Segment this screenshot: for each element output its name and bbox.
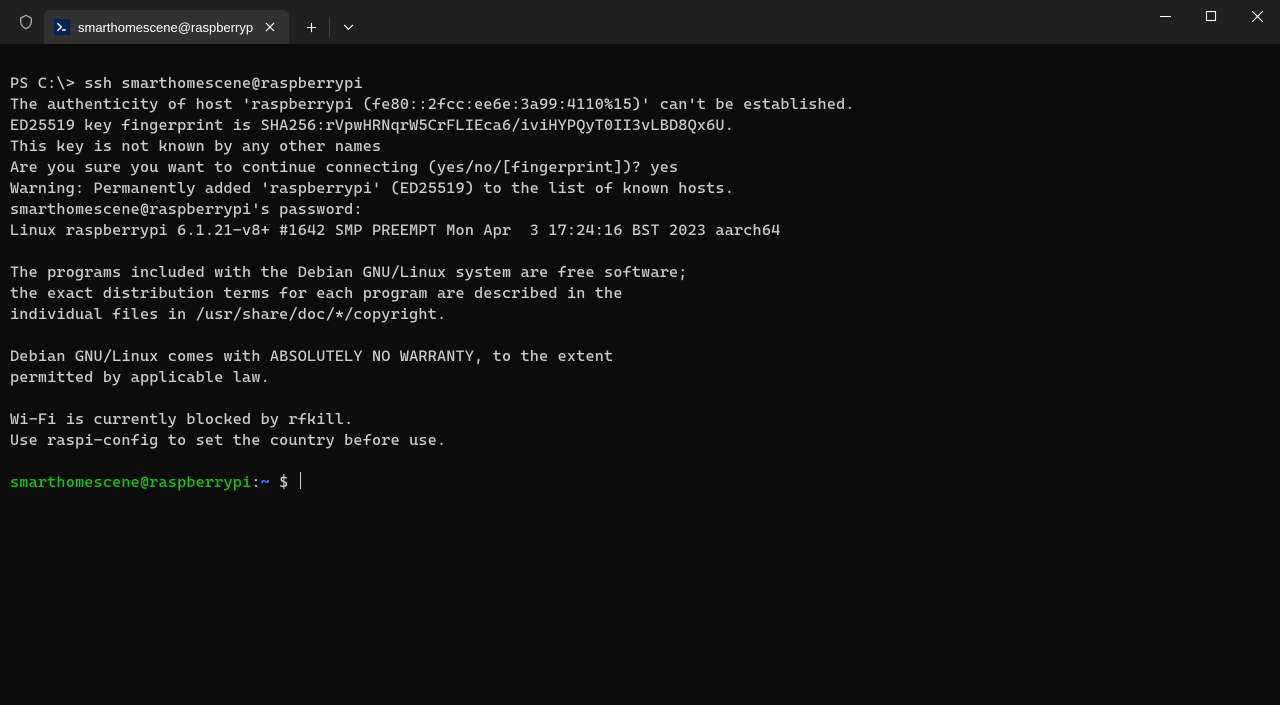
close-window-button[interactable] [1234, 0, 1280, 32]
window-controls [1142, 0, 1280, 44]
terminal-line: PS C:\> ssh smarthomescene@raspberrypi [10, 73, 1270, 94]
terminal-line: smarthomescene@raspberrypi's password: [10, 199, 1270, 220]
terminal-line: The programs included with the Debian GN… [10, 262, 1270, 283]
terminal-line: This key is not known by any other names [10, 136, 1270, 157]
terminal-line [10, 241, 1270, 262]
terminal-line: permitted by applicable law. [10, 367, 1270, 388]
terminal-line: Linux raspberrypi 6.1.21-v8+ #1642 SMP P… [10, 220, 1270, 241]
maximize-icon [1206, 11, 1217, 22]
close-icon [1252, 11, 1263, 22]
minimize-icon [1160, 11, 1171, 22]
tab-actions [293, 0, 366, 44]
maximize-button[interactable] [1188, 0, 1234, 32]
terminal-line: Are you sure you want to continue connec… [10, 157, 1270, 178]
terminal-line: The authenticity of host 'raspberrypi (f… [10, 94, 1270, 115]
terminal-content[interactable]: PS C:\> ssh smarthomescene@raspberrypiTh… [0, 44, 1280, 705]
new-tab-button[interactable] [293, 10, 329, 44]
chevron-down-icon [343, 24, 354, 31]
terminal-line: ED25519 key fingerprint is SHA256:rVpwHR… [10, 115, 1270, 136]
plus-icon [306, 22, 317, 33]
terminal-line [10, 451, 1270, 472]
terminal-line: individual files in /usr/share/doc/*/cop… [10, 304, 1270, 325]
minimize-button[interactable] [1142, 0, 1188, 32]
tab-close-button[interactable] [261, 18, 279, 36]
terminal-line: the exact distribution terms for each pr… [10, 283, 1270, 304]
prompt-user-host: smarthomescene@raspberrypi [10, 473, 251, 491]
title-bar: smarthomescene@raspberryp [0, 0, 1280, 44]
terminal-line [10, 388, 1270, 409]
terminal-line: Wi-Fi is currently blocked by rfkill. [10, 409, 1270, 430]
tab-title: smarthomescene@raspberryp [78, 20, 253, 35]
close-icon [265, 22, 275, 32]
terminal-line: Warning: Permanently added 'raspberrypi'… [10, 178, 1270, 199]
shield-icon-area[interactable] [8, 0, 44, 44]
terminal-line: Use raspi-config to set the country befo… [10, 430, 1270, 451]
powershell-icon [54, 19, 70, 35]
tab-dropdown-button[interactable] [330, 10, 366, 44]
prompt-path: ~ [261, 473, 270, 491]
bash-prompt-line: smarthomescene@raspberrypi:~ $ [10, 472, 1270, 493]
terminal-line [10, 325, 1270, 346]
shield-icon [18, 14, 34, 30]
terminal-line: Debian GNU/Linux comes with ABSOLUTELY N… [10, 346, 1270, 367]
cursor [300, 472, 301, 489]
tab-powershell[interactable]: smarthomescene@raspberryp [44, 10, 289, 44]
